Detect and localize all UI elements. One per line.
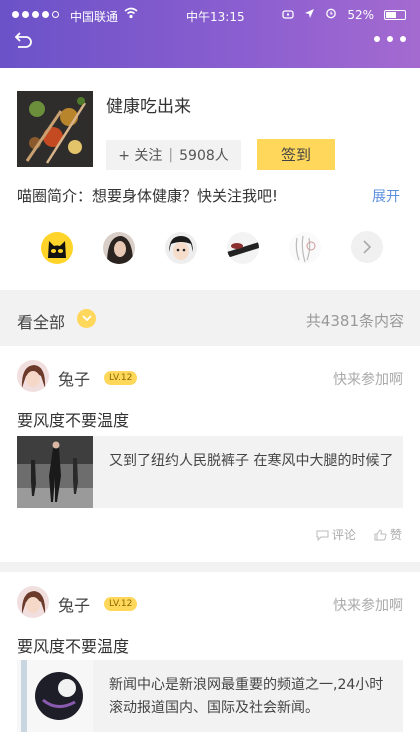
post-thumbnail: [17, 660, 93, 732]
join-link[interactable]: 快来参加啊: [333, 369, 403, 389]
signal-strength-icon: [12, 11, 59, 18]
app-header: 中国联通 中午13:15 52%: [0, 0, 420, 68]
member-avatar[interactable]: [165, 232, 197, 264]
comment-button[interactable]: 评论: [316, 526, 356, 543]
chevron-down-icon[interactable]: [77, 309, 96, 328]
like-button[interactable]: 赞: [374, 526, 402, 543]
post-actions: 评论 赞: [316, 526, 402, 543]
circle-title: 健康吃出来: [106, 97, 191, 117]
sketch-avatar-icon: [289, 232, 321, 264]
level-badge: LV.12: [104, 597, 138, 611]
wifi-icon: [124, 7, 138, 22]
comment-label: 评论: [331, 528, 356, 542]
like-label: 赞: [389, 528, 402, 542]
expand-link[interactable]: 展开: [372, 186, 400, 206]
post-card[interactable]: 兔子 LV.12 快来参加啊 要风度不要温度 新闻中心是新浪网最重要的频道之一,…: [0, 572, 420, 747]
post-preview[interactable]: 又到了纽约人民脱裤子 在寒风中大腿的时候了: [17, 436, 403, 508]
carrier-name: 中国联通: [70, 10, 119, 24]
follower-count: 5908人: [179, 148, 229, 164]
more-members-button[interactable]: [351, 231, 383, 263]
post-thumbnail: [17, 436, 93, 508]
author-avatar[interactable]: [17, 360, 49, 392]
member-avatar[interactable]: [227, 232, 259, 264]
author-avatar[interactable]: [17, 586, 49, 618]
post-excerpt: 又到了纽约人民脱裤子 在寒风中大腿的时候了: [109, 453, 394, 469]
alarm-icon: [325, 7, 337, 22]
filter-bar: 看全部 共4381条内容: [0, 298, 420, 338]
back-arrow-icon: [14, 32, 32, 48]
rotation-lock-icon: [282, 8, 294, 22]
circle-info-card: 健康吃出来 + 关注 | 5908人 签到 喵圈简介：想要身体健康？快关注我吧!…: [0, 68, 420, 290]
comment-icon: [316, 530, 329, 541]
member-avatar[interactable]: [103, 232, 135, 264]
cat-avatar-icon: [41, 232, 73, 264]
content-count: 共4381条内容: [305, 312, 404, 330]
post-card[interactable]: 兔子 LV.12 快来参加啊 要风度不要温度 又到了纽约人民脱裤子 在寒风中大腿…: [0, 346, 420, 562]
battery-percent: 52%: [347, 7, 374, 22]
battery-icon: [384, 9, 406, 20]
post-title[interactable]: 要风度不要温度: [17, 407, 129, 431]
author-name[interactable]: 兔子: [58, 592, 90, 616]
thumbs-up-icon: [374, 528, 387, 540]
member-avatar[interactable]: [41, 232, 73, 264]
follow-label: + 关注: [118, 148, 163, 164]
circle-cover-image: [17, 91, 93, 167]
circle-intro: 喵圈简介：想要身体健康？快关注我吧!: [17, 187, 279, 205]
member-avatar[interactable]: [289, 232, 321, 264]
signin-button[interactable]: 签到: [257, 139, 335, 170]
status-bar: 中国联通 中午13:15 52%: [0, 0, 420, 30]
status-time: 中午13:15: [186, 10, 245, 24]
chevron-right-icon: [363, 240, 372, 254]
view-all-filter[interactable]: 看全部: [17, 309, 65, 333]
person-avatar-icon: [103, 232, 135, 264]
follow-button[interactable]: + 关注 | 5908人: [106, 140, 241, 170]
post-excerpt: 新闻中心是新浪网最重要的频道之一,24小时滚动报道国内、国际及社会新闻。: [109, 677, 384, 716]
more-options-button[interactable]: [374, 36, 406, 42]
location-icon: [304, 8, 315, 22]
back-button[interactable]: [14, 30, 40, 52]
divider: |: [168, 147, 174, 163]
hat-avatar-icon: [227, 232, 259, 264]
level-badge: LV.12: [104, 371, 138, 385]
child-avatar-icon: [165, 232, 197, 264]
post-preview[interactable]: 新闻中心是新浪网最重要的频道之一,24小时滚动报道国内、国际及社会新闻。: [17, 660, 403, 732]
join-link[interactable]: 快来参加啊: [333, 595, 403, 615]
post-title[interactable]: 要风度不要温度: [17, 633, 129, 657]
author-name[interactable]: 兔子: [58, 366, 90, 390]
member-avatar-row: [0, 228, 420, 268]
